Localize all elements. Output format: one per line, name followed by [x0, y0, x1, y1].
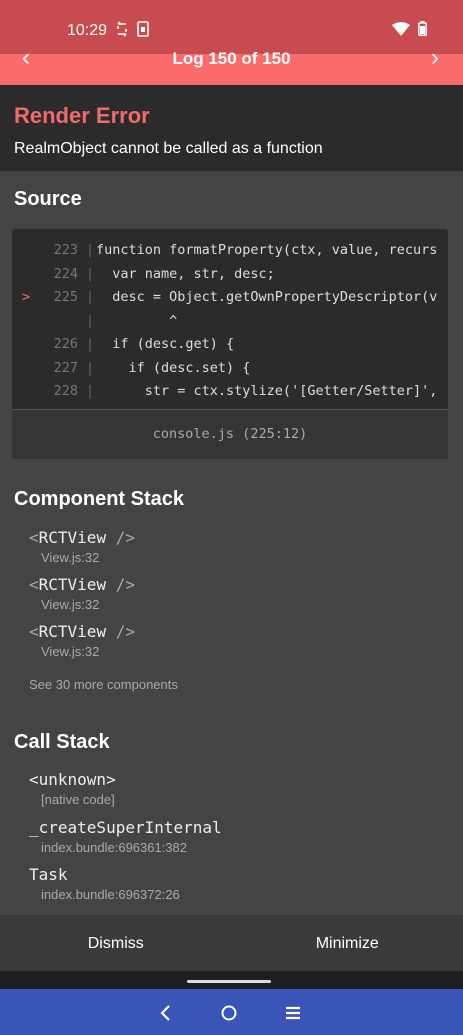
see-more-components-link[interactable]: See 30 more components	[29, 677, 178, 692]
error-message: RealmObject cannot be called as a functi…	[14, 140, 323, 157]
code-line: 227 | if (desc.set) {	[12, 357, 448, 381]
call-frame-name: _createSuperInternal	[29, 818, 222, 837]
code-line-gutter: |	[86, 289, 95, 305]
sync-icon	[117, 21, 127, 37]
error-title: Render Error	[14, 103, 150, 128]
code-line: 224 | var name, str, desc;	[12, 263, 448, 287]
code-line-text: ^	[96, 312, 178, 329]
code-line-number: 228	[53, 383, 78, 399]
code-line: >225 | desc = Object.getOwnPropertyDescri…	[12, 286, 448, 310]
code-line-gutter: |	[86, 265, 95, 282]
log-body[interactable]: Source 223 | function formatProperty(ctx, …	[0, 171, 463, 915]
call-frame-location: index.bundle:696372:26	[41, 887, 180, 902]
component-stack-frame[interactable]: <RCTView /> View.js:32	[29, 622, 135, 659]
code-line-text: desc = Object.getOwnPropertyDescriptor(v	[96, 289, 438, 305]
code-line-number: 224	[53, 265, 78, 282]
call-stack-heading: Call Stack	[14, 731, 110, 753]
component-location: View.js:32	[41, 644, 100, 659]
battery-icon	[418, 21, 427, 36]
code-line: | ^	[12, 310, 448, 334]
code-line: 226 | if (desc.get) {	[12, 333, 448, 357]
log-header: ‹ Log 150 of 150 ›	[0, 46, 463, 85]
code-line: 223 | function formatProperty(ctx, value, …	[12, 239, 448, 263]
code-line-text: function formatProperty(ctx, value, recu…	[96, 242, 438, 258]
call-frame-name: Task	[29, 865, 68, 884]
code-file-footer[interactable]: console.js (225:12)	[12, 409, 448, 459]
code-line-text: var name, str, desc;	[96, 265, 275, 282]
code-line-gutter: |	[86, 359, 95, 376]
code-line-gutter: |	[86, 312, 95, 329]
code-line-marker: >	[22, 289, 31, 305]
call-stack-frame[interactable]: <unknown> [native code]	[29, 770, 116, 807]
sim-card-icon	[137, 21, 149, 37]
component-stack-heading: Component Stack	[14, 488, 185, 510]
code-frame[interactable]: 223 | function formatProperty(ctx, value, …	[12, 229, 448, 459]
code-line-gutter: |	[86, 336, 95, 352]
code-line-number: 226	[53, 336, 78, 352]
back-icon[interactable]	[154, 1001, 178, 1025]
code-line-gutter: |	[86, 383, 95, 399]
code-file-location: console.js (225:12)	[152, 426, 308, 442]
next-log-button[interactable]: ›	[431, 46, 439, 70]
code-line-text: str = ctx.stylize('[Getter/Setter]',	[96, 383, 438, 399]
call-frame-location: index.bundle:696361:382	[41, 840, 188, 855]
gesture-handle[interactable]	[187, 980, 271, 983]
system-navigation-bar	[0, 989, 463, 1035]
menu-icon[interactable]	[281, 1001, 305, 1025]
component-name: RCTView	[38, 575, 107, 594]
minimize-button[interactable]: Minimize	[232, 915, 463, 971]
call-stack-frame[interactable]: Task index.bundle:696372:26	[29, 865, 180, 902]
code-line-text: if (desc.get) {	[96, 336, 235, 352]
code-line-gutter: |	[86, 242, 95, 258]
code-line-number: 227	[53, 359, 78, 376]
component-stack-frame[interactable]: <RCTView /> View.js:32	[29, 528, 135, 565]
source-heading: Source	[14, 188, 82, 210]
code-line-text: if (desc.set) {	[96, 359, 251, 376]
status-time: 10:29	[67, 22, 108, 39]
code-line-number: 223	[53, 242, 78, 258]
call-stack-frame[interactable]: _createSuperInternal index.bundle:696361…	[29, 818, 222, 855]
dismiss-button[interactable]: Dismiss	[0, 915, 232, 971]
status-bar: 10:29	[0, 0, 463, 54]
home-icon[interactable]	[217, 1001, 241, 1025]
log-counter-title: Log 150 of 150	[172, 49, 291, 68]
footer-bar: Dismiss Minimize	[0, 915, 463, 971]
call-frame-location: [native code]	[41, 792, 115, 807]
component-location: View.js:32	[41, 550, 100, 565]
call-frame-name: <unknown>	[29, 770, 116, 789]
component-name: RCTView	[38, 622, 107, 641]
wifi-icon	[392, 21, 410, 36]
component-name: RCTView	[38, 528, 107, 547]
error-panel: Render Error RealmObject cannot be calle…	[0, 85, 463, 171]
code-line-number: 225	[53, 289, 78, 305]
code-line: 228 | str = ctx.stylize('[Getter/Setter]'…	[12, 380, 448, 404]
component-location: View.js:32	[41, 597, 100, 612]
code-lines: 223 | function formatProperty(ctx, value, …	[12, 239, 448, 404]
component-stack-frame[interactable]: <RCTView /> View.js:32	[29, 575, 135, 612]
